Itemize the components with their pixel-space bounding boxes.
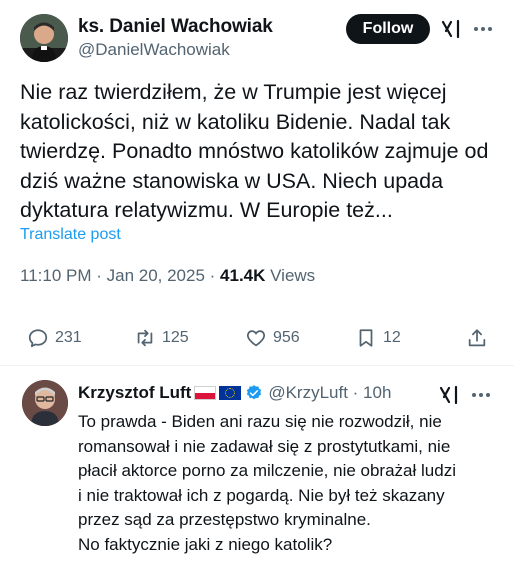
reply-text-line: przez sąd za przestępstwo kryminalne. (78, 510, 371, 529)
repost-count: 125 (162, 329, 189, 346)
share-icon (468, 329, 486, 347)
reply-text-line: płacił aktorce porno za milczenie, nie o… (78, 461, 456, 480)
reply-author-name[interactable]: Krzysztof Luft (78, 383, 191, 403)
views-count: 41.4K (220, 266, 266, 285)
reply-text-line: romansował i nie zadawał się z prostytut… (78, 436, 451, 456)
post-meta: 11:10 PM · Jan 20, 2025 · 41.4K Views (20, 266, 315, 286)
verified-icon (247, 385, 262, 400)
post-text-line: Nie raz twierdziłem, że w Trumpie jest w… (20, 80, 447, 104)
repost-button[interactable]: 125 (134, 322, 189, 354)
bookmark-count: 12 (383, 329, 401, 346)
post-text-line: twierdzę. Ponadto mnóstwo katolików zajm… (20, 139, 489, 163)
reply-author-avatar[interactable] (22, 380, 68, 426)
flag-eu-icon (219, 386, 242, 400)
post-text-line: dziś ważne stanowiska w USA. Niech upada (20, 168, 444, 193)
translate-link[interactable]: Translate post (20, 226, 121, 244)
author-avatar[interactable] (20, 14, 68, 62)
views-label: Views (265, 266, 316, 285)
divider (0, 365, 514, 366)
share-button[interactable] (466, 322, 488, 354)
reply-count: 231 (55, 329, 82, 346)
action-bar: 231 125 956 12 (0, 322, 514, 354)
author-name[interactable]: ks. Daniel Wachowiak (78, 16, 273, 38)
timestamp[interactable]: 11:10 PM · Jan 20, 2025 · (20, 266, 220, 285)
post-text-line: dyktatura relatywizmu. W Europie też... (20, 198, 393, 222)
like-count: 956 (273, 329, 300, 346)
reply-text-line: No faktycznie jaki z niego katolik? (78, 534, 333, 554)
reply-icon (28, 329, 48, 348)
reply-button[interactable]: 231 (27, 322, 82, 354)
grok-icon[interactable] (440, 18, 462, 40)
grok-icon[interactable] (438, 384, 460, 406)
reply-text-line: i nie traktował ich z pogardą. Nie był t… (78, 485, 445, 505)
more-icon[interactable] (472, 18, 494, 40)
follow-button[interactable]: Follow (346, 14, 430, 44)
flag-poland-icon (194, 386, 217, 400)
bookmark-button[interactable]: 12 (355, 322, 401, 354)
bookmark-icon (359, 329, 373, 347)
reply-text: To prawda - Biden ani razu się nie rozwo… (78, 410, 498, 557)
reply-text-line: To prawda - Biden ani razu się nie rozwo… (78, 412, 442, 431)
like-button[interactable]: 956 (245, 322, 300, 354)
reply-author-handle[interactable]: @KrzyLuft · 10h (268, 383, 391, 403)
author-handle[interactable]: @DanielWachowiak (78, 40, 230, 60)
repost-icon (137, 329, 153, 347)
more-icon[interactable] (470, 384, 492, 406)
post-text: Nie raz twierdziłem, że w Trumpie jest w… (20, 78, 500, 226)
reply-header: Krzysztof Luft @KrzyLuft · 10h (78, 382, 391, 404)
post-text-line: katolickości, niż w katoliku Bidenie. Na… (20, 109, 451, 134)
like-icon (246, 330, 266, 347)
